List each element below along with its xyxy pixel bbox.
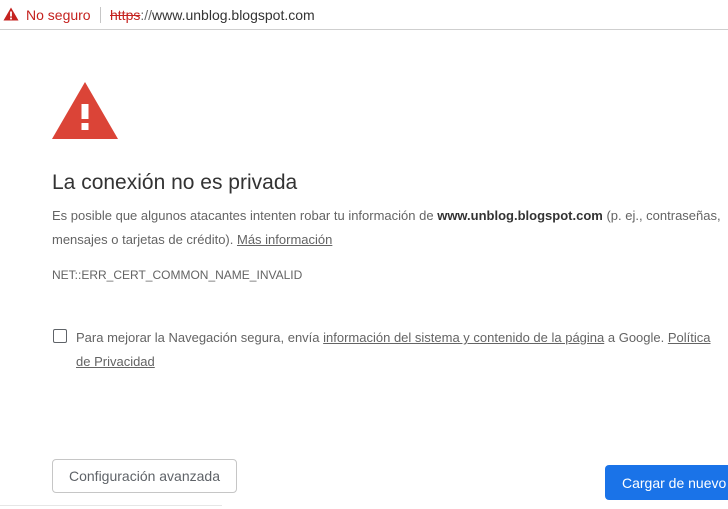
opt-in-before: Para mejorar la Navegación segura, envía (76, 330, 324, 345)
explanation-before: Es posible que algunos atacantes intente… (52, 208, 438, 223)
system-info-link[interactable]: información del sistema y contenido de l… (323, 330, 604, 345)
advanced-settings-label: Configuración avanzada (69, 468, 220, 484)
safe-browsing-checkbox[interactable] (53, 329, 67, 343)
safe-browsing-opt-in-text: Para mejorar la Navegación segura, envía… (76, 326, 728, 374)
reload-button[interactable]: Cargar de nuevo (605, 465, 728, 500)
url-scheme: https (110, 7, 141, 23)
url-text[interactable]: https://www.unblog.blogspot.com (110, 6, 315, 24)
learn-more-link[interactable]: Más información (237, 232, 332, 247)
error-code: NET::ERR_CERT_COMMON_NAME_INVALID (52, 268, 303, 282)
explanation-text: Es posible que algunos atacantes intente… (52, 204, 728, 252)
page-title: La conexión no es privada (52, 171, 298, 194)
url-host: www.unblog.blogspot.com (152, 7, 315, 23)
opt-in-middle: a Google. (604, 330, 668, 345)
address-divider (100, 7, 101, 23)
bottom-divider (0, 505, 222, 506)
warning-triangle-icon[interactable] (3, 7, 19, 21)
advanced-settings-button[interactable]: Configuración avanzada (52, 459, 237, 493)
address-bar[interactable]: No seguro https://www.unblog.blogspot.co… (0, 0, 728, 30)
explanation-domain: www.unblog.blogspot.com (437, 208, 603, 223)
security-status-label[interactable]: No seguro (26, 6, 91, 24)
url-separator: :// (140, 7, 153, 23)
warning-triangle-icon (52, 82, 118, 139)
